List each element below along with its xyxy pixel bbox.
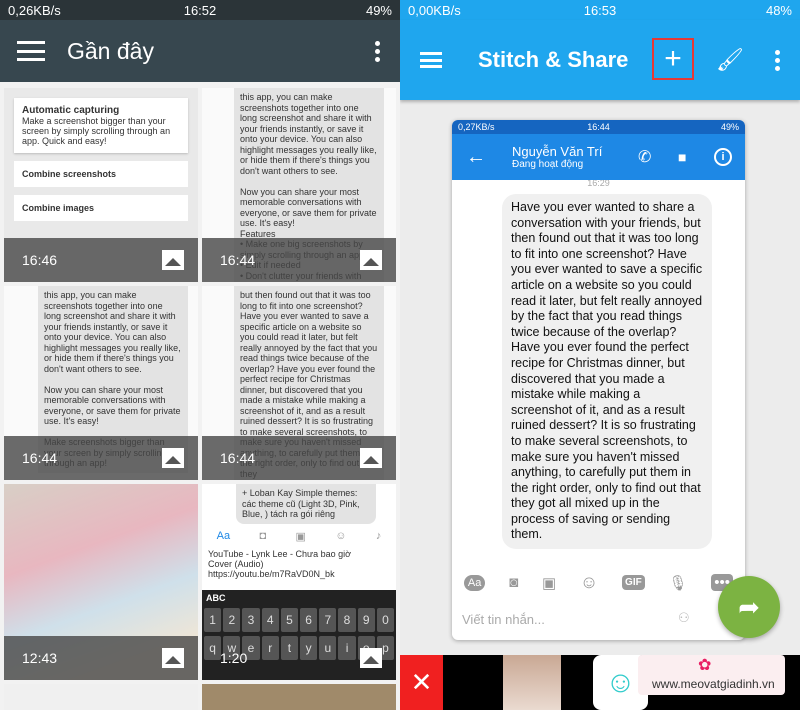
image-icon bbox=[360, 448, 382, 468]
page-title: Gần đây bbox=[67, 37, 154, 64]
chat-header: ← Nguyễn Văn Trí Đang hoạt động ✆ ■ i bbox=[452, 134, 745, 180]
tile-heading: Combine images bbox=[14, 195, 188, 221]
more-options-icon[interactable] bbox=[775, 49, 780, 71]
photo-tile[interactable]: 12:43 bbox=[4, 484, 198, 680]
key-3: 3 bbox=[242, 608, 260, 632]
key-2: 2 bbox=[223, 608, 241, 632]
tile-text: + Loban Kay Simple themes: các theme cũ … bbox=[236, 484, 376, 524]
clock: 16:44 bbox=[587, 122, 610, 132]
key-6: 6 bbox=[300, 608, 318, 632]
message-input: YouTube - Lynk Lee - Chưa bao giờ Cover … bbox=[208, 548, 352, 579]
app-toolbar: Stitch & Share + 🖌 bbox=[400, 20, 800, 100]
status-bar: 0,00KB/s 16:53 48% bbox=[400, 0, 800, 20]
tile-time: 16:44 bbox=[22, 450, 58, 466]
tile-text: Make a screenshot bigger than your scree… bbox=[22, 116, 171, 146]
camera-icon: ◙ bbox=[509, 574, 519, 591]
status-bar: 0,26KB/s 16:52 49% bbox=[0, 0, 400, 20]
tile-time: 16:44 bbox=[220, 252, 256, 268]
text-icon: Aa bbox=[463, 574, 486, 591]
screenshot-tile[interactable]: but then found out that it was too long … bbox=[202, 286, 396, 480]
network-speed: 0,26KB/s bbox=[8, 2, 61, 18]
battery-level: 48% bbox=[765, 2, 792, 18]
tile-time: 12:43 bbox=[22, 650, 58, 666]
app-toolbar: Gần đây bbox=[0, 20, 400, 82]
network-speed: 0,00KB/s bbox=[408, 2, 461, 18]
text-icon: Aa bbox=[216, 529, 231, 542]
video-icon: ■ bbox=[678, 149, 687, 165]
message-input-placeholder: Viết tin nhắn... bbox=[462, 612, 545, 627]
battery-level: 49% bbox=[365, 2, 392, 18]
number-row: 1234567890 bbox=[202, 606, 396, 634]
image-icon bbox=[162, 250, 184, 270]
brush-icon[interactable]: 🖌 bbox=[716, 47, 744, 73]
key-9: 9 bbox=[357, 608, 375, 632]
screenshot-tile[interactable]: this app, you can make screenshots toget… bbox=[202, 88, 396, 282]
stickers-icon: ⚇ bbox=[678, 610, 690, 625]
menu-icon[interactable] bbox=[420, 52, 442, 68]
key-4: 4 bbox=[261, 608, 279, 632]
key-7: 7 bbox=[319, 608, 337, 632]
camera-icon: ◘ bbox=[259, 529, 267, 542]
info-icon: i bbox=[714, 148, 732, 166]
photo-tile[interactable] bbox=[202, 684, 396, 710]
lotus-logo: ✿ bbox=[698, 657, 712, 674]
stitch-share-screen: 0,00KB/s 16:53 48% Stitch & Share + 🖌 0,… bbox=[400, 0, 800, 710]
screenshot-tile[interactable] bbox=[4, 684, 198, 710]
ad-banner: ✕ ☺ ✿ www.meovatgiadinh.vn bbox=[400, 655, 800, 710]
emoji-icon: ☺ bbox=[579, 572, 599, 592]
page-title: Stitch & Share bbox=[478, 47, 629, 72]
screenshot-preview: 0,27KB/s 16:44 49% ← Nguyễn Văn Trí Đang… bbox=[452, 120, 745, 640]
key-5: 5 bbox=[280, 608, 299, 632]
tile-heading: Combine screenshots bbox=[14, 161, 188, 187]
preview-status-bar: 0,27KB/s 16:44 49% bbox=[452, 120, 745, 134]
mic-icon: 🎙 bbox=[668, 574, 688, 592]
tile-time: 16:46 bbox=[22, 252, 58, 268]
watermark-text: www.meovatgiadinh.vn bbox=[652, 677, 775, 691]
back-arrow-icon: ← bbox=[466, 145, 486, 168]
emoji-icon: ☺ bbox=[335, 529, 347, 542]
gallery-icon: ▣ bbox=[295, 530, 306, 543]
key-1: 1 bbox=[204, 608, 222, 632]
image-icon bbox=[162, 648, 184, 668]
screenshot-tile[interactable]: Automatic capturing Make a screenshot bi… bbox=[4, 88, 198, 282]
image-icon bbox=[162, 448, 184, 468]
menu-icon[interactable] bbox=[17, 41, 45, 61]
recent-screen: 0,26KB/s 16:52 49% Gần đây Automatic cap… bbox=[0, 0, 400, 710]
share-button[interactable]: ➦ bbox=[718, 576, 780, 638]
tile-time: 1:20 bbox=[220, 650, 248, 666]
screenshot-tile[interactable]: + Loban Kay Simple themes: các theme cũ … bbox=[202, 484, 396, 680]
more-options-icon[interactable] bbox=[375, 40, 380, 62]
screenshot-tile[interactable]: this app, you can make screenshots toget… bbox=[4, 286, 198, 480]
key-8: 8 bbox=[338, 608, 356, 632]
presence-status: Đang hoạt động bbox=[512, 159, 584, 170]
tile-heading: Automatic capturing bbox=[22, 105, 120, 116]
image-icon bbox=[360, 648, 382, 668]
gif-icon: GIF bbox=[622, 575, 645, 590]
key-0: 0 bbox=[376, 608, 395, 632]
message-bubble: Have you ever wanted to share a conversa… bbox=[502, 194, 712, 550]
image-icon bbox=[360, 250, 382, 270]
phone-icon: ✆ bbox=[638, 149, 652, 166]
gallery-icon: ▣ bbox=[541, 574, 557, 592]
composer-toolbar: Aa ◙ ▣ ☺ GIF 🎙 ••• bbox=[452, 572, 745, 593]
keyboard-tab-abc: ABC bbox=[206, 593, 226, 603]
contact-name: Nguyễn Văn Trí bbox=[512, 144, 603, 159]
tile-time: 16:44 bbox=[220, 450, 256, 466]
watermark-box: ✿ www.meovatgiadinh.vn bbox=[638, 655, 785, 695]
add-button[interactable]: + bbox=[652, 38, 694, 80]
mic-icon: ♪ bbox=[375, 529, 382, 542]
share-arrow-icon: ➦ bbox=[738, 591, 760, 622]
ad-photo bbox=[503, 655, 561, 710]
close-ad-button[interactable]: ✕ bbox=[400, 655, 443, 710]
